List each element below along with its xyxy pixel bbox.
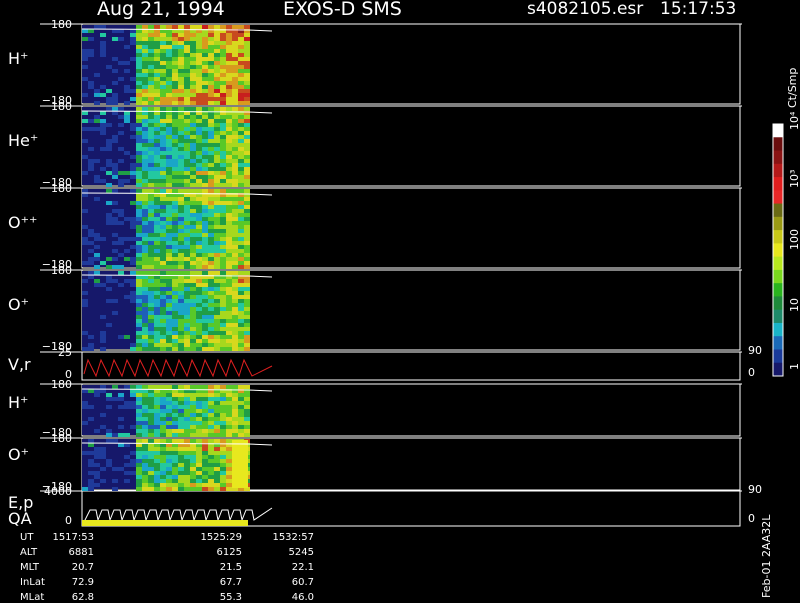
colorbar-tick-1: 10	[788, 298, 800, 312]
panel-2-ymax: 180	[51, 182, 72, 195]
panel-0-label: H⁺	[8, 49, 28, 68]
colorbar-cell-4	[773, 177, 783, 191]
panel-4-label: V,r	[8, 355, 31, 374]
colorbar-cell-10	[773, 256, 783, 271]
colorbar-cell-1	[773, 137, 783, 152]
colorbar-tick-3: 10³	[788, 170, 800, 188]
colorbar-tick-2: 100	[788, 229, 800, 250]
panel-5-ymax: 180	[51, 378, 72, 391]
table-cell: 22.1	[291, 562, 314, 573]
plot-file: s4082105.esr	[527, 0, 644, 19]
panel-1-ymax: 180	[51, 100, 72, 113]
table-row-label: ALT	[20, 547, 38, 558]
panel-4-left-top: 25	[58, 346, 72, 359]
panel-2-label: O⁺⁺	[8, 213, 37, 232]
colorbar-cell-17	[773, 349, 783, 364]
colorbar-cell-7	[773, 216, 783, 231]
panel-3-label: O⁺	[8, 295, 29, 314]
panel-7-label2: QA	[8, 509, 32, 528]
colorbar-tick-4: 10⁴	[788, 111, 800, 130]
table-row-label: MLT	[20, 562, 39, 573]
colorbar-cell-14	[773, 309, 783, 324]
colorbar-cell-6	[773, 203, 783, 218]
colorbar-unit: Ct/Smp	[786, 68, 799, 108]
table-cell: 20.7	[71, 562, 94, 573]
table-cell: 62.8	[71, 592, 94, 603]
table-cell: 1532:57	[272, 532, 314, 543]
table-cell: 1517:53	[52, 532, 94, 543]
colorbar-cell-8	[773, 230, 783, 244]
table-cell: 1525:29	[200, 532, 242, 543]
table-cell: 67.7	[219, 577, 242, 588]
panel-4-right-top: 90	[748, 344, 762, 357]
table-row-label: UT	[20, 532, 34, 543]
colorbar-cell-11	[773, 269, 783, 284]
qa-bar	[82, 520, 248, 526]
side-label: Feb-01 2AA32L	[760, 514, 773, 598]
table-cell: 5245	[288, 547, 314, 558]
plot-time: 15:17:53	[660, 0, 737, 19]
plot-mission: EXOS-D SMS	[283, 0, 402, 20]
table-row-label: MLat	[20, 592, 45, 603]
table-cell: 72.9	[71, 577, 94, 588]
panel-3-ymax: 180	[51, 264, 72, 277]
table-cell: 55.3	[219, 592, 242, 603]
panel-0-ymax: 180	[51, 18, 72, 31]
colorbar-cell-13	[773, 296, 783, 311]
panel-1-label: He⁺	[8, 131, 38, 150]
colorbar-cell-15	[773, 322, 783, 337]
colorbar-cell-12	[773, 283, 783, 297]
colorbar-cell-3	[773, 163, 783, 178]
table-cell: 46.0	[291, 592, 314, 603]
panel-6-label: O⁺	[8, 445, 29, 464]
o-plus-high-flux	[232, 440, 248, 488]
colorbar-cell-16	[773, 336, 783, 350]
colorbar-cell-0	[773, 124, 783, 138]
panel-7-left-bottom: 0	[65, 514, 72, 527]
panel-7-right-top: 90	[748, 483, 762, 496]
panel-4-right-bottom: 0	[748, 366, 755, 379]
panel-7-left-top: 4000	[44, 485, 72, 498]
table-cell: 6881	[68, 547, 94, 558]
colorbar-cell-2	[773, 150, 783, 165]
colorbar-cell-5	[773, 190, 783, 205]
panel-6-ymax: 180	[51, 432, 72, 445]
sms-spectrogram-plot: 180−180180−180180−180180−180250900180−18…	[8, 18, 800, 598]
panel-7-right-bottom: 0	[748, 512, 755, 525]
table-cell: 60.7	[291, 577, 314, 588]
colorbar-cell-9	[773, 243, 783, 258]
table-cell: 6125	[216, 547, 242, 558]
plot-date: Aug 21, 1994	[97, 0, 225, 20]
colorbar-tick-0: 1	[788, 363, 800, 370]
panel-frame-4	[81, 351, 741, 381]
velocity-trace	[83, 358, 273, 378]
energy-trace	[83, 507, 273, 523]
panel-5-label: H⁺	[8, 393, 28, 412]
table-cell: 21.5	[219, 562, 242, 573]
colorbar-cell-18	[773, 362, 783, 377]
